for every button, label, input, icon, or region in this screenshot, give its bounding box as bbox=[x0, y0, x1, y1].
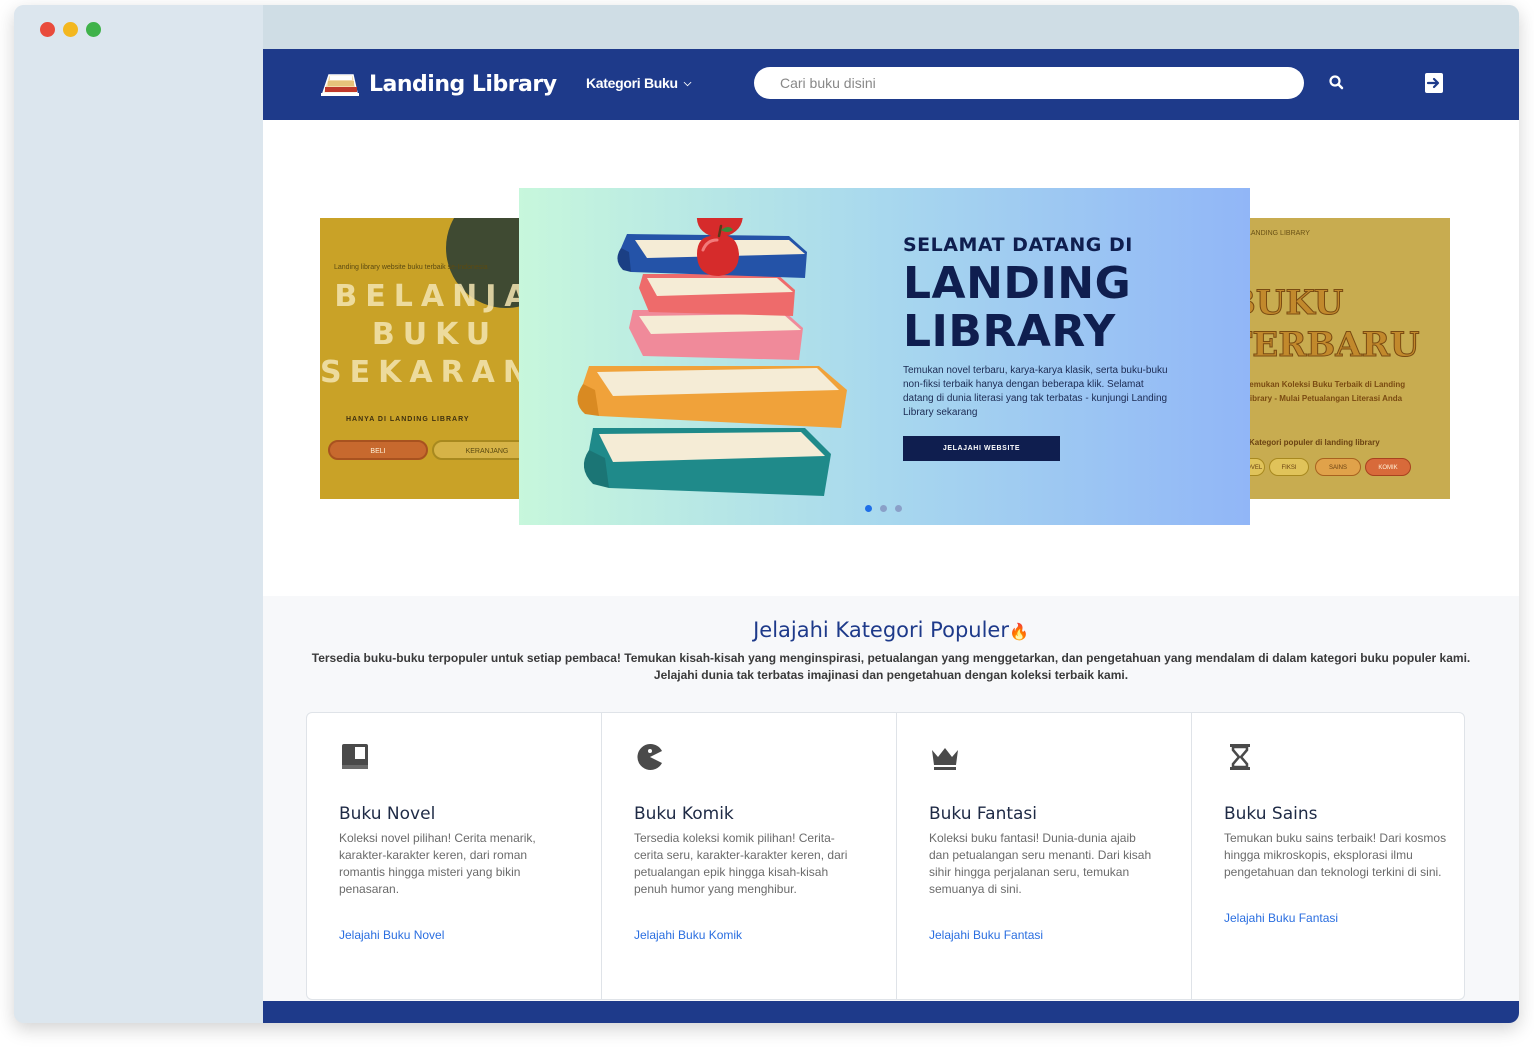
book-icon bbox=[342, 744, 368, 769]
footer-strip bbox=[263, 1001, 1519, 1023]
explore-novel-link[interactable]: Jelajahi Buku Novel bbox=[339, 928, 569, 942]
slide-category-caption: Kategori populer di landing library bbox=[1249, 438, 1380, 447]
hero-description: Temukan novel terbaru, karya-karya klasi… bbox=[903, 365, 1168, 418]
search-icon[interactable] bbox=[1327, 73, 1347, 93]
category-dropdown[interactable]: Kategori Buku ⌵ bbox=[586, 75, 691, 91]
category-card-sains: Buku Sains Temukan buku sains terbaik! D… bbox=[1192, 713, 1486, 999]
slide-headline-line1: BUKU bbox=[1245, 283, 1344, 324]
window-controls bbox=[40, 22, 101, 37]
crown-icon bbox=[932, 748, 958, 770]
slide-pill-sains: SAINS bbox=[1315, 458, 1361, 476]
section-title-text: Jelajahi Kategori Populer bbox=[753, 618, 1009, 642]
carousel-indicator-2[interactable] bbox=[880, 505, 887, 512]
carousel-indicator-1[interactable] bbox=[865, 505, 872, 512]
category-card-komik: Buku Komik Tersedia koleksi komik piliha… bbox=[602, 713, 897, 999]
window-sidebar bbox=[14, 5, 263, 1023]
hero-title: LANDING LIBRARY bbox=[903, 260, 1203, 356]
hero-carousel: Landing library website buku terbaik se-… bbox=[263, 120, 1519, 596]
navbar: Landing Library Kategori Buku ⌵ bbox=[263, 49, 1519, 120]
window-top-strip bbox=[263, 5, 1519, 49]
hourglass-icon bbox=[1230, 744, 1250, 770]
card-title: Buku Fantasi bbox=[929, 804, 1038, 824]
explore-fantasi-link[interactable]: Jelajahi Buku Fantasi bbox=[929, 928, 1159, 942]
slide-subheadline: Temukan Koleksi Buku Terbaik di Landing … bbox=[1245, 378, 1405, 406]
browser-window: Landing Library Kategori Buku ⌵ Landing … bbox=[14, 5, 1519, 1023]
category-card-novel: Buku Novel Koleksi novel pilihan! Cerita… bbox=[307, 713, 602, 999]
explore-komik-link[interactable]: Jelajahi Buku Komik bbox=[634, 928, 864, 942]
carousel-indicator-3[interactable] bbox=[895, 505, 902, 512]
minimize-window-button[interactable] bbox=[63, 22, 78, 37]
card-title: Buku Komik bbox=[634, 804, 734, 824]
category-dropdown-label: Kategori Buku bbox=[586, 75, 678, 91]
section-description: Tersedia buku-buku terpopuler untuk seti… bbox=[311, 651, 1471, 682]
slide-subheadline: HANYA DI LANDING LIBRARY bbox=[346, 416, 470, 423]
card-description: Koleksi novel pilihan! Cerita menarik, k… bbox=[339, 831, 536, 896]
brand-name: Landing Library bbox=[369, 71, 557, 97]
category-cards: Buku Novel Koleksi novel pilihan! Cerita… bbox=[306, 712, 1465, 1000]
login-icon[interactable] bbox=[1423, 71, 1445, 95]
hero-pretitle: SELAMAT DATANG DI bbox=[903, 234, 1133, 256]
slide-subheadline-line2: Library - Mulai Petualangan Literasi And… bbox=[1245, 394, 1403, 403]
category-card-fantasi: Buku Fantasi Koleksi buku fantasi! Dunia… bbox=[897, 713, 1192, 999]
card-title: Buku Novel bbox=[339, 804, 436, 824]
slide-buy-button: BELI bbox=[328, 440, 428, 460]
apple-icon bbox=[697, 224, 739, 276]
carousel-slide-next[interactable]: LANDING LIBRARY BUKU TERBARU Temukan Kol… bbox=[1245, 218, 1450, 499]
popular-categories-section: Jelajahi Kategori Populer🔥 Tersedia buku… bbox=[263, 596, 1519, 1001]
slide-tagline: LANDING LIBRARY bbox=[1247, 230, 1310, 237]
close-window-button[interactable] bbox=[40, 22, 55, 37]
slide-pill-komik: KOMIK bbox=[1365, 458, 1411, 476]
slide-tagline: Landing library website buku terbaik se-… bbox=[334, 264, 488, 271]
slide-headline: BELANJA BUKU SEKARANG bbox=[320, 278, 540, 392]
web-page: Landing Library Kategori Buku ⌵ Landing … bbox=[263, 49, 1519, 1023]
slide-subheadline-line1: Temukan Koleksi Buku Terbaik di Landing bbox=[1245, 380, 1406, 389]
explore-website-button[interactable]: JELAJAHI WEBSITE bbox=[903, 436, 1060, 461]
fire-icon: 🔥 bbox=[1008, 622, 1029, 641]
library-logo-icon bbox=[321, 74, 359, 96]
slide-headline-line2: TERBARU bbox=[1245, 325, 1420, 366]
carousel-slide-active: SELAMAT DATANG DI LANDING LIBRARY Temuka… bbox=[519, 188, 1250, 525]
slide-headline-line2: BUKU bbox=[371, 317, 499, 352]
pacman-icon bbox=[637, 743, 662, 770]
explore-sains-link[interactable]: Jelajahi Buku Fantasi bbox=[1224, 911, 1454, 925]
slide-headline-line1: BELANJA bbox=[334, 279, 536, 314]
slide-headline-line3: SEKARANG bbox=[320, 355, 540, 390]
chevron-down-icon: ⌵ bbox=[683, 77, 692, 89]
card-description: Temukan buku sains terbaik! Dari kosmos … bbox=[1224, 831, 1447, 879]
carousel-indicators bbox=[865, 505, 902, 512]
slide-pill-fiksi: FIKSI bbox=[1269, 458, 1309, 476]
section-title: Jelajahi Kategori Populer🔥 bbox=[263, 618, 1519, 642]
slide-headline: BUKU TERBARU bbox=[1245, 282, 1420, 366]
hero-text-block: SELAMAT DATANG DI LANDING LIBRARY Temuka… bbox=[903, 234, 1203, 461]
hero-title-line1: LANDING bbox=[903, 258, 1132, 309]
search-input[interactable] bbox=[754, 67, 1304, 99]
card-title: Buku Sains bbox=[1224, 804, 1318, 824]
carousel-slide-previous[interactable]: Landing library website buku terbaik se-… bbox=[320, 218, 540, 499]
maximize-window-button[interactable] bbox=[86, 22, 101, 37]
brand-logo[interactable]: Landing Library bbox=[319, 69, 557, 99]
hero-title-line2: LIBRARY bbox=[903, 306, 1116, 357]
card-description: Tersedia koleksi komik pilihan! Cerita-c… bbox=[634, 831, 848, 896]
card-description: Koleksi buku fantasi! Dunia-dunia ajaib … bbox=[929, 831, 1152, 896]
